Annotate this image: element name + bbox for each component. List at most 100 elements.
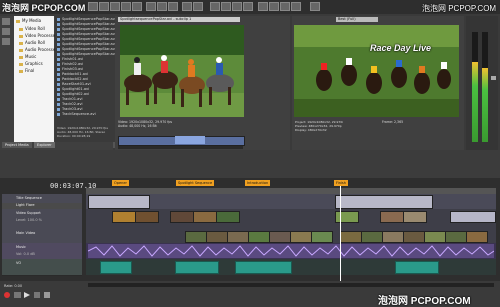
master-fader[interactable]: [491, 76, 496, 80]
copy-icon[interactable]: [157, 2, 167, 11]
envelope-tool-icon[interactable]: [221, 2, 231, 11]
help-icon[interactable]: [310, 2, 320, 11]
zoom-tool-icon[interactable]: [243, 2, 253, 11]
stop-icon[interactable]: [44, 292, 50, 298]
clip-main-video[interactable]: [269, 231, 291, 243]
tab-explorer[interactable]: Explorer: [34, 142, 55, 148]
marker-introduction[interactable]: Introduction: [245, 180, 271, 186]
clip-thumbnail[interactable]: [112, 211, 136, 223]
paste-icon[interactable]: [168, 2, 178, 11]
clip-main-video[interactable]: [311, 231, 333, 243]
preview-quality[interactable]: Best (Full): [336, 17, 378, 22]
file-item[interactable]: Paddock02.avi: [57, 77, 88, 81]
normal-edit-tool-icon[interactable]: [210, 2, 220, 11]
clip-thumbnail[interactable]: [450, 211, 496, 223]
open-icon[interactable]: [99, 2, 109, 11]
clip-title-sequence[interactable]: [88, 195, 150, 209]
play-icon[interactable]: [24, 292, 30, 298]
redo-icon[interactable]: [193, 2, 203, 11]
clip-thumbnail[interactable]: [380, 211, 404, 223]
new-project-icon[interactable]: [88, 2, 98, 11]
render-icon[interactable]: [132, 2, 142, 11]
clip-title-sequence-2[interactable]: [335, 195, 433, 209]
properties-icon[interactable]: [121, 2, 131, 11]
tree-item[interactable]: Audio Processed: [19, 47, 58, 52]
clip-thumbnail[interactable]: [193, 211, 217, 223]
marker-opener[interactable]: Opener: [112, 180, 129, 186]
tree-item[interactable]: Music: [19, 54, 36, 59]
auto-crossfade-icon[interactable]: [269, 2, 279, 11]
clip-main-video[interactable]: [403, 231, 425, 243]
file-item[interactable]: Paddock01.avi: [57, 72, 88, 76]
file-item[interactable]: Track03.avi: [57, 107, 82, 111]
save-icon[interactable]: [110, 2, 120, 11]
file-item[interactable]: TrackSequence.avi: [57, 112, 96, 116]
playhead[interactable]: [340, 186, 341, 281]
clip-vo[interactable]: [175, 261, 219, 274]
trimmer-scroll[interactable]: [118, 146, 243, 149]
clip-main-video[interactable]: [206, 231, 228, 243]
lock-envelopes-icon[interactable]: [291, 2, 301, 11]
track-header-video-support[interactable]: Video Support Level: 100.0 %: [2, 209, 82, 230]
file-item[interactable]: SpotlightSequencePopStar.avi: [57, 42, 116, 46]
clip-main-video[interactable]: [248, 231, 270, 243]
clip-main-video[interactable]: [466, 231, 488, 243]
selection-tool-icon[interactable]: [232, 2, 242, 11]
clip-vo[interactable]: [100, 261, 132, 274]
import-media-icon[interactable]: [2, 18, 10, 25]
file-item[interactable]: Spotlight01.avi: [57, 87, 89, 91]
snapping-icon[interactable]: [258, 2, 268, 11]
record-icon[interactable]: [4, 292, 10, 298]
clip-thumbnail[interactable]: [135, 211, 159, 223]
file-item[interactable]: RaceStart01.avi: [57, 82, 91, 86]
file-item[interactable]: SpotlightSequencePopStar.avi: [57, 17, 116, 21]
undo-icon[interactable]: [182, 2, 192, 11]
tree-item[interactable]: Graphics: [19, 61, 43, 66]
clip-main-video[interactable]: [290, 231, 312, 243]
tab-project-media[interactable]: Project Media: [2, 142, 32, 148]
timeline-scrollbar[interactable]: [88, 283, 494, 287]
tree-item[interactable]: My Media: [16, 18, 41, 23]
tree-item[interactable]: Final: [19, 68, 34, 73]
clip-thumbnail[interactable]: [170, 211, 194, 223]
file-item[interactable]: SpotlightSequencePopStar.avi: [57, 37, 116, 41]
capture-icon[interactable]: [2, 28, 10, 35]
file-item[interactable]: Finish02.avi: [57, 62, 83, 66]
file-item[interactable]: SpotlightSequencePopStar.avi: [57, 47, 116, 51]
tree-item[interactable]: Video Roll: [19, 26, 45, 31]
clip-vo[interactable]: [235, 261, 292, 274]
clip-main-video[interactable]: [227, 231, 249, 243]
file-item[interactable]: Finish03.avi: [57, 67, 83, 71]
track-header-music[interactable]: Music Vol: 0.0 dB: [2, 243, 82, 260]
track-header-main-video[interactable]: Main Video: [2, 229, 82, 244]
file-item[interactable]: Track02.avi: [57, 102, 82, 106]
loop-icon[interactable]: [14, 292, 21, 298]
clip-main-video[interactable]: [361, 231, 383, 243]
file-item[interactable]: Spotlight02.avi: [57, 92, 89, 96]
file-item[interactable]: Finish01.avi: [57, 57, 83, 61]
tree-item[interactable]: Video Processed: [19, 33, 58, 38]
tree-item[interactable]: Audio Roll: [19, 40, 45, 45]
marker-spotlight-sequence[interactable]: Spotlight Sequence: [176, 180, 215, 186]
pause-icon[interactable]: [34, 292, 40, 298]
music-waveform[interactable]: [88, 244, 494, 258]
track-header-vo[interactable]: VO: [2, 259, 82, 276]
clip-vo[interactable]: [395, 261, 439, 274]
clip-main-video[interactable]: [185, 231, 207, 243]
file-item[interactable]: SpotlightSequencePopStar.avi: [57, 22, 116, 26]
ripple-edit-icon[interactable]: [280, 2, 290, 11]
trimmer-selection[interactable]: [175, 136, 205, 144]
file-item[interactable]: SpotlightSequencePopStar.avi: [57, 52, 116, 56]
clip-main-video[interactable]: [382, 231, 404, 243]
clip-thumbnail[interactable]: [216, 211, 240, 223]
views-icon[interactable]: [2, 38, 10, 45]
clip-main-video[interactable]: [424, 231, 446, 243]
file-item[interactable]: Track01.avi: [57, 97, 82, 101]
clip-thumbnail[interactable]: [403, 211, 427, 223]
clip-thumbnail[interactable]: [335, 211, 359, 223]
clip-main-video[interactable]: [340, 231, 362, 243]
file-item[interactable]: SpotlightSequencePopStar.avi: [57, 32, 116, 36]
cut-icon[interactable]: [146, 2, 156, 11]
clip-main-video[interactable]: [445, 231, 467, 243]
file-item[interactable]: SpotlightSequencePopStar.avi: [57, 27, 116, 31]
